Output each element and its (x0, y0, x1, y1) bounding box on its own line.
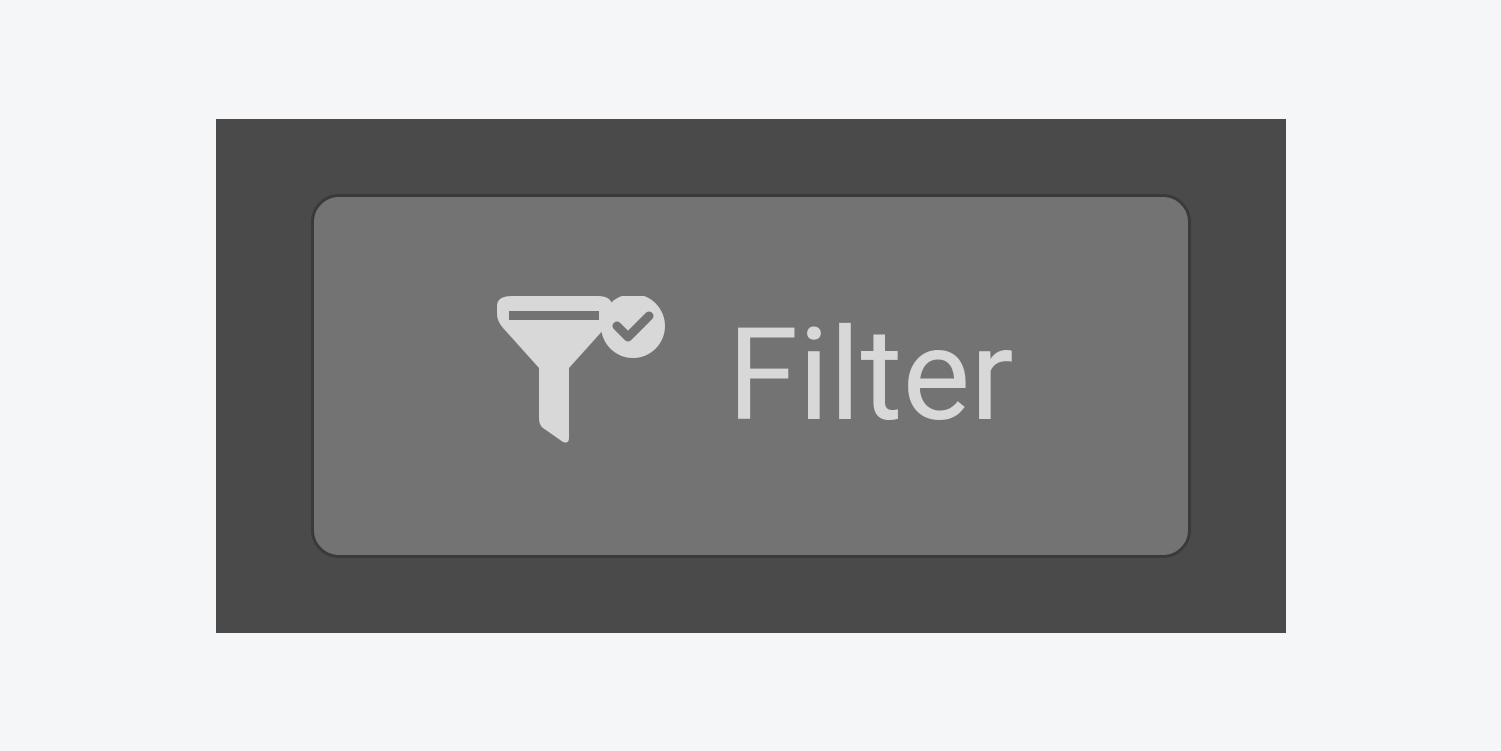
panel-container: Filter (216, 119, 1286, 633)
filter-button[interactable]: Filter (311, 194, 1191, 558)
funnel-check-icon (487, 296, 667, 456)
filter-button-label: Filter (727, 301, 1013, 451)
